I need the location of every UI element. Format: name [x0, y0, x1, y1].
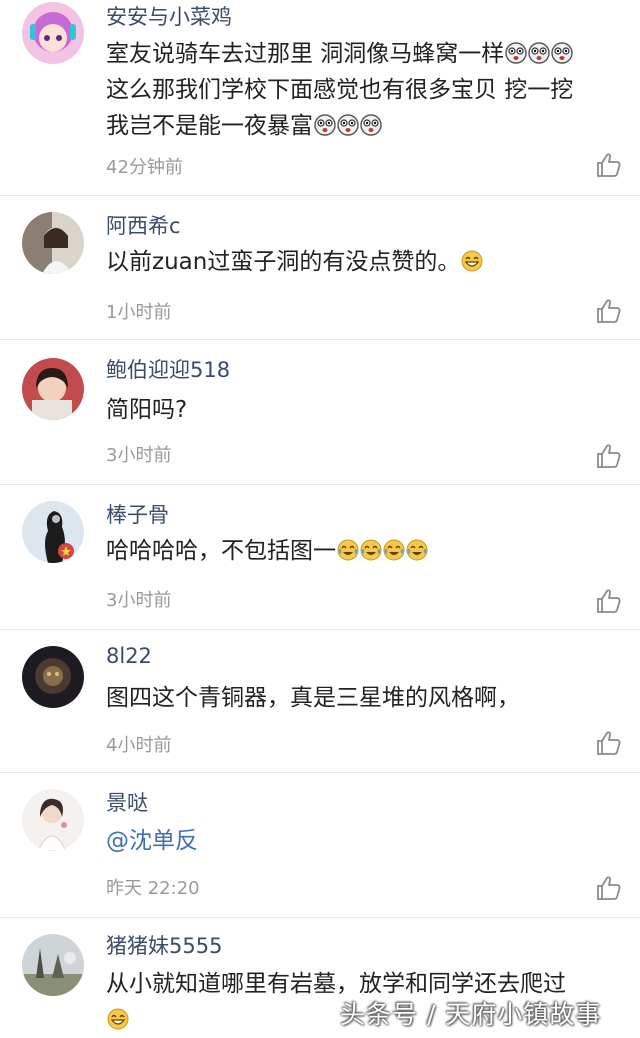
- comment-text: 室友说骑车去过那里 洞洞像马蜂窝一样 这么那我们学校下面感觉也有很多宝贝 挖一挖…: [106, 41, 574, 139]
- comment-username[interactable]: 8l22: [106, 644, 152, 668]
- like-thumb-icon[interactable]: [594, 587, 622, 615]
- like-thumb-icon[interactable]: [594, 874, 622, 902]
- laughing-face-icon: [461, 250, 483, 272]
- avatar[interactable]: [22, 934, 84, 996]
- comment-time: 昨天 22:20: [106, 878, 200, 899]
- comment-time: 3小时前: [106, 445, 172, 466]
- avatar[interactable]: [22, 2, 84, 64]
- comment-item: 景哒 @沈单反 昨天 22:20: [0, 773, 640, 918]
- comment-username[interactable]: 棒子骨: [106, 499, 169, 529]
- laughing-face-icon: [107, 1008, 129, 1030]
- comment-item: 8l22 图四这个青铜器，真是三星堆的风格啊， 4小时前: [0, 630, 640, 773]
- tears-of-joy-icon: [406, 539, 428, 561]
- comment-text: 以前zuan过蛮子洞的有没点赞的。: [106, 244, 618, 280]
- tears-of-joy-icon: [337, 539, 359, 561]
- comment-text: 哈哈哈哈，不包括图一: [106, 533, 618, 569]
- comment-time: 4小时前: [106, 735, 172, 756]
- comment-text: 图四这个青铜器，真是三星堆的风格啊，: [106, 685, 520, 711]
- tears-of-joy-icon: [383, 539, 405, 561]
- comment-username[interactable]: 猪猪妹5555: [106, 930, 222, 960]
- comment-time: 42分钟前: [106, 157, 183, 178]
- comment-item: 安安与小菜鸡 室友说骑车去过那里 洞洞像马蜂窝一样 这么那我们学校下面感觉也有很…: [0, 0, 640, 196]
- mention-link[interactable]: @沈单反: [106, 823, 618, 859]
- like-thumb-icon[interactable]: [594, 729, 622, 757]
- shocked-face-icon: [314, 114, 336, 136]
- shocked-face-icon: [360, 114, 382, 136]
- comment-time: 1小时前: [106, 302, 172, 323]
- tears-of-joy-icon: [360, 539, 382, 561]
- comment-text: 简阳吗?: [106, 397, 188, 423]
- avatar[interactable]: [22, 789, 84, 851]
- comment-username[interactable]: 鲍伯迎迎518: [106, 354, 230, 384]
- like-thumb-icon[interactable]: [594, 151, 622, 179]
- shocked-face-icon: [505, 42, 527, 64]
- comment-item: 阿西希c 以前zuan过蛮子洞的有没点赞的。 1小时前: [0, 196, 640, 340]
- comment-item: 鲍伯迎迎518 简阳吗? 3小时前: [0, 340, 640, 485]
- avatar[interactable]: [22, 646, 84, 708]
- comment-username[interactable]: 安安与小菜鸡: [106, 1, 232, 31]
- like-thumb-icon[interactable]: [594, 297, 622, 325]
- watermark: 头条号 / 天府小镇故事: [340, 1000, 602, 1029]
- like-thumb-icon[interactable]: [594, 442, 622, 470]
- avatar[interactable]: [22, 212, 84, 274]
- comment-item: 棒子骨 哈哈哈哈，不包括图一 3小时前: [0, 485, 640, 630]
- shocked-face-icon: [551, 42, 573, 64]
- shocked-face-icon: [337, 114, 359, 136]
- comment-username[interactable]: 阿西希c: [106, 210, 181, 240]
- avatar[interactable]: [22, 358, 84, 420]
- avatar[interactable]: [22, 501, 84, 563]
- shocked-face-icon: [528, 42, 550, 64]
- comment-username[interactable]: 景哒: [106, 787, 148, 817]
- comment-time: 3小时前: [106, 590, 172, 611]
